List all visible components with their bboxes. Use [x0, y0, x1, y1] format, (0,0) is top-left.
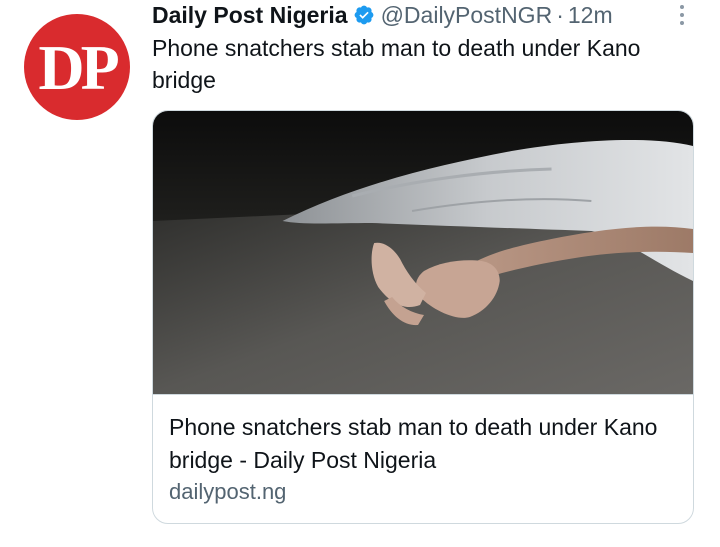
card-image — [153, 111, 693, 394]
verified-badge-icon — [354, 5, 373, 25]
more-options-icon[interactable] — [672, 0, 692, 30]
avatar-logo-text: DP — [38, 32, 119, 103]
link-card[interactable]: Phone snatchers stab man to death under … — [152, 110, 694, 524]
account-handle[interactable]: @DailyPostNGR — [381, 2, 553, 29]
card-divider — [153, 394, 693, 395]
display-name[interactable]: Daily Post Nigeria — [152, 2, 348, 29]
avatar[interactable]: DP — [24, 14, 130, 120]
tweet-text: Phone snatchers stab man to death under … — [152, 35, 641, 93]
timestamp[interactable]: 12m — [568, 2, 613, 29]
separator-dot: · — [556, 1, 564, 28]
card-domain: dailypost.ng — [169, 479, 287, 504]
tweet-header: Daily Post Nigeria @DailyPostNGR · 12m — [152, 0, 720, 30]
card-title: Phone snatchers stab man to death under … — [169, 414, 658, 473]
